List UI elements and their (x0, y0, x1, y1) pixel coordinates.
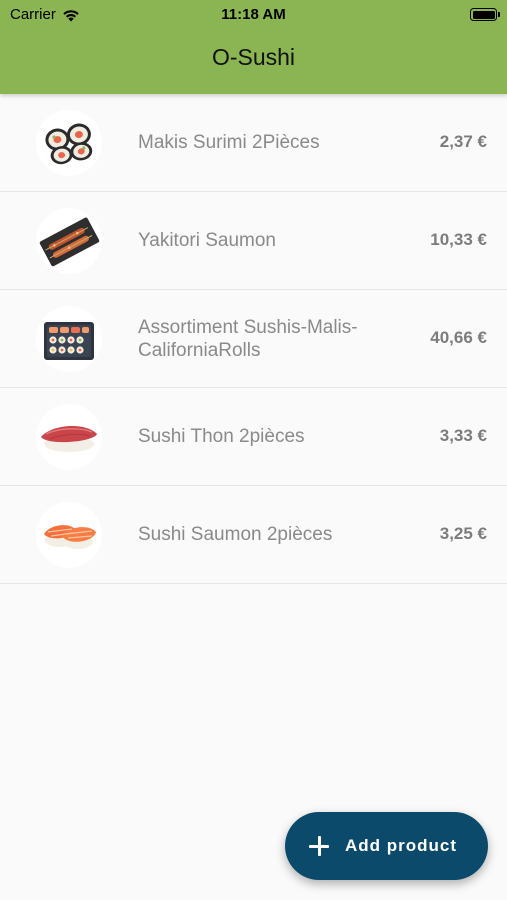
product-row[interactable]: Makis Surimi 2Pièces 2,37 € (0, 94, 507, 192)
product-list: Makis Surimi 2Pièces 2,37 € Yakitori Sau… (0, 94, 507, 584)
product-row[interactable]: Yakitori Saumon 10,33 € (0, 192, 507, 290)
product-row[interactable]: Sushi Thon 2pièces 3,33 € (0, 388, 507, 486)
product-name: Sushi Saumon 2pièces (138, 524, 333, 545)
salmon-nigiri-image (36, 502, 102, 568)
tuna-nigiri-image (36, 404, 102, 470)
product-row[interactable]: Sushi Saumon 2pièces 3,25 € (0, 486, 507, 584)
product-name: Assortiment Sushis-Malis-CaliforniaRolls (138, 317, 358, 361)
product-name: Yakitori Saumon (138, 230, 276, 251)
product-name: Sushi Thon 2pièces (138, 426, 305, 447)
product-name: Makis Surimi 2Pièces (138, 132, 320, 153)
page-title: O-Sushi (211, 44, 296, 70)
battery-icon (470, 8, 500, 21)
product-price: 3,25 € (439, 524, 487, 543)
app-bar: Carrier 11:18 AM O-Sushi (0, 0, 507, 94)
maki-rolls-image (36, 110, 102, 176)
add-product-label: Add product (345, 836, 458, 855)
status-time: 11:18 AM (221, 6, 286, 23)
status-bar: Carrier 11:18 AM (0, 0, 507, 28)
yakitori-skewers-image (36, 208, 102, 274)
plus-icon (309, 836, 329, 856)
add-product-button[interactable]: Add product (285, 812, 488, 880)
product-price: 3,33 € (439, 426, 487, 445)
sushi-assortment-tray-image (36, 306, 102, 372)
product-price: 10,33 € (430, 230, 487, 249)
product-row[interactable]: Assortiment Sushis-Malis-CaliforniaRolls… (0, 290, 507, 388)
product-price: 40,66 € (430, 328, 487, 347)
product-price: 2,37 € (439, 132, 487, 151)
